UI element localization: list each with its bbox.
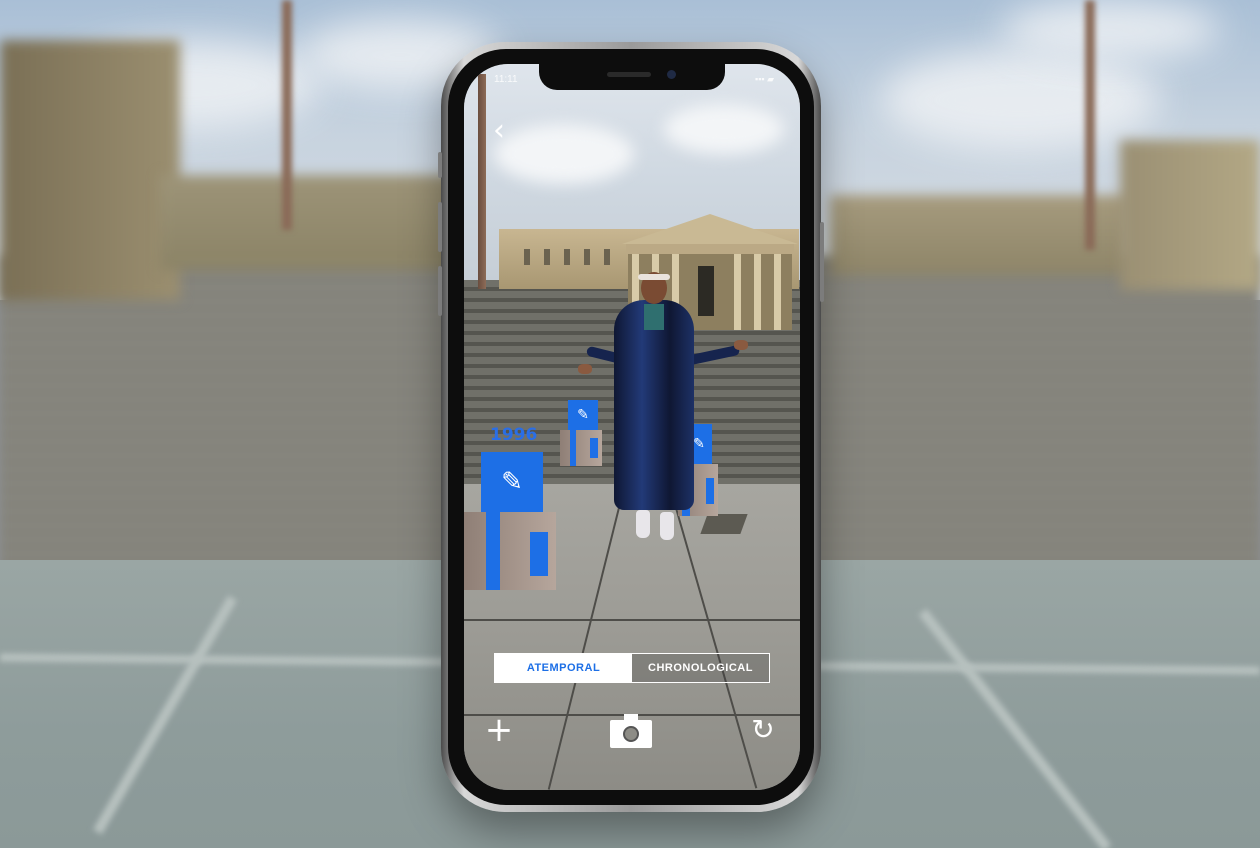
scene-cloud [664, 104, 784, 154]
person-hand [578, 364, 592, 374]
scene-lamp-pole [478, 74, 486, 289]
portico-column [754, 254, 761, 330]
silent-switch [438, 152, 442, 178]
person-boot [636, 510, 650, 538]
volumetric-person[interactable] [574, 246, 748, 546]
person-shirt [644, 304, 664, 330]
ar-marker[interactable]: ✎ [481, 452, 543, 512]
status-indicators: ▪▪▪ ▰ [755, 74, 774, 84]
home-indicator [582, 776, 682, 780]
background-cloud [880, 50, 1160, 150]
plus-icon: + [484, 710, 514, 750]
scene-cloud [494, 124, 634, 184]
person-hand [734, 340, 748, 350]
ar-year-label: 1996 [490, 425, 538, 445]
document-icon: ✎ [501, 467, 523, 497]
background-building [160, 175, 480, 270]
volume-down-button [438, 266, 442, 316]
refresh-icon: ↻ [751, 713, 775, 746]
ar-pedestal [464, 512, 556, 590]
person-boot [660, 512, 674, 540]
phone-frame: 1996 ✎ ✎ ✎ 11:11 ▪▪▪ ▰ ‹ ATEMPORAL CHRON… [438, 42, 824, 812]
reset-button[interactable]: ↻ [748, 715, 778, 745]
status-time: 11:11 [494, 74, 518, 85]
background-lamp-pole [282, 0, 292, 230]
earpiece-speaker [607, 72, 651, 77]
camera-icon-lens [623, 726, 639, 742]
ar-pedestal-stripe [486, 512, 500, 590]
chevron-left-icon: ‹ [493, 113, 505, 148]
front-camera [667, 70, 676, 79]
background-building [0, 40, 180, 300]
person-coat [614, 300, 694, 510]
portico-pediment [622, 214, 798, 244]
background-lamp-pole [1085, 0, 1095, 250]
museum-window [544, 249, 550, 265]
notch [539, 64, 725, 90]
mode-toggle: ATEMPORAL CHRONOLOGICAL [494, 653, 770, 683]
museum-window [524, 249, 530, 265]
background-cloud [1000, 0, 1220, 60]
pavement-joint [464, 619, 800, 621]
volume-up-button [438, 202, 442, 252]
person-headband [638, 274, 670, 280]
ar-camera-view[interactable]: 1996 ✎ ✎ ✎ 11:11 ▪▪▪ ▰ ‹ ATEMPORAL CHRON… [464, 64, 800, 790]
toggle-atemporal[interactable]: ATEMPORAL [495, 654, 632, 682]
background-building [1120, 140, 1260, 290]
back-button[interactable]: ‹ [486, 116, 512, 146]
museum-window [564, 249, 570, 265]
add-button[interactable]: + [484, 713, 514, 747]
toggle-chronological[interactable]: CHRONOLOGICAL [632, 654, 769, 682]
capture-button[interactable] [610, 714, 652, 748]
ar-pedestal-stripe [530, 532, 548, 576]
side-button [820, 222, 824, 302]
portico-column [774, 254, 781, 330]
